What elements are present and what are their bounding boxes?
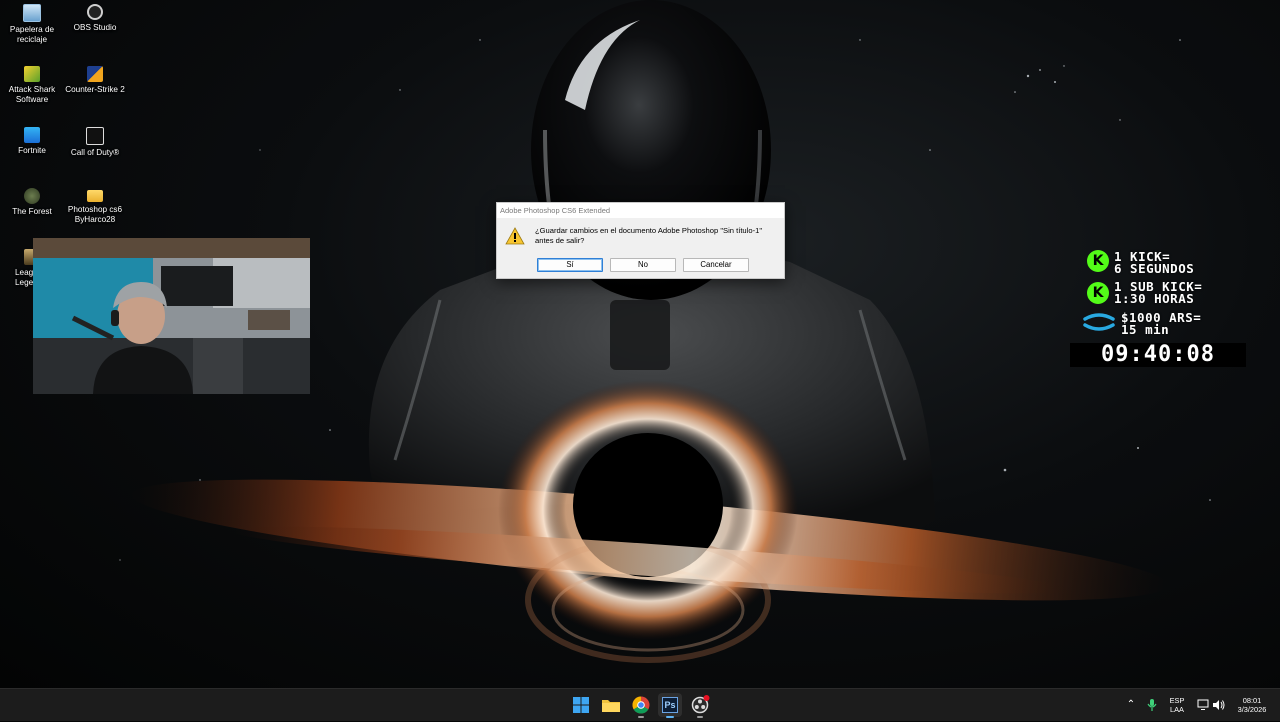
desktop-icon-fortnite[interactable]: Fortnite xyxy=(1,127,63,156)
desktop-icon-label: Photoshop cs6 ByHarco28 xyxy=(67,205,123,224)
chrome-icon xyxy=(632,696,650,714)
desktop-icon-attack-shark[interactable]: Attack Shark Software xyxy=(1,66,63,105)
active-indicator xyxy=(666,716,674,718)
recycle-bin-icon xyxy=(23,4,41,22)
start-icon xyxy=(573,697,589,713)
no-button[interactable]: No xyxy=(610,258,676,272)
photoshop-button[interactable]: Ps xyxy=(658,693,682,718)
chrome-button[interactable] xyxy=(629,693,653,718)
network-icon[interactable] xyxy=(1197,699,1209,711)
clock-time: 08:01 xyxy=(1242,696,1262,705)
desktop-icon-label: Papelera de reciclaje xyxy=(9,25,55,44)
desktop-icon-photoshop-folder[interactable]: Photoshop cs6 ByHarco28 xyxy=(64,188,126,225)
folder-icon xyxy=(87,190,103,202)
clock[interactable]: 08:01 3/3/2026 xyxy=(1232,689,1272,721)
dialog-title: Adobe Photoshop CS6 Extended xyxy=(497,203,784,218)
kick-rate-line2: 6 SEGUNDOS xyxy=(1114,261,1195,276)
sub-rate-line2: 1:30 HORAS xyxy=(1114,291,1195,306)
cancel-button[interactable]: Cancelar xyxy=(683,258,749,272)
counter-strike-icon xyxy=(87,66,103,82)
clock-date: 3/3/2026 xyxy=(1237,705,1267,714)
microphone-icon[interactable] xyxy=(1146,698,1158,712)
webcam-feed-image xyxy=(33,238,310,394)
running-indicator xyxy=(697,716,703,718)
running-indicator xyxy=(638,716,644,718)
subathon-timer: 09:40:08 xyxy=(1070,343,1246,367)
kick-icon: K xyxy=(1087,282,1109,304)
desktop-icon-the-forest[interactable]: The Forest xyxy=(1,188,63,217)
desktop-icon-label: The Forest xyxy=(12,207,52,216)
obs-icon xyxy=(87,4,103,20)
photoshop-icon: Ps xyxy=(662,697,678,713)
save-changes-dialog: Adobe Photoshop CS6 Extended ¿Guardar ca… xyxy=(496,202,785,279)
desktop-icon-label: Counter-Strike 2 xyxy=(65,85,125,94)
start-button[interactable] xyxy=(569,693,593,717)
webcam-overlay xyxy=(33,238,310,394)
show-hidden-icons-chevron-icon[interactable]: ⌃ xyxy=(1124,689,1138,721)
desktop-icon-recycle-bin[interactable]: Papelera de reciclaje xyxy=(1,4,63,45)
yes-button[interactable]: Sí xyxy=(537,258,603,272)
taskbar: Ps ⌃ ESP LAA 08:01 3/3/2026 xyxy=(0,688,1280,721)
fortnite-icon xyxy=(24,127,40,143)
obs-icon xyxy=(691,695,710,714)
donation-rate-line2: 15 min xyxy=(1121,322,1170,337)
language-code: ESP xyxy=(1169,696,1185,705)
desktop-icon-label: OBS Studio xyxy=(73,23,117,32)
volume-icon[interactable] xyxy=(1212,698,1226,712)
language-indicator[interactable]: ESP LAA xyxy=(1164,689,1190,721)
file-explorer-icon xyxy=(602,700,620,712)
desktop-icon-label: Attack Shark Software xyxy=(8,85,56,104)
desktop-icon-label: Fortnite xyxy=(18,146,46,155)
file-explorer-button[interactable] xyxy=(599,693,623,717)
warning-icon xyxy=(505,227,525,245)
dialog-message: ¿Guardar cambios en el documento Adobe P… xyxy=(535,226,763,245)
attack-shark-icon xyxy=(24,66,40,82)
call-of-duty-icon xyxy=(86,127,104,145)
keyboard-layout: LAA xyxy=(1170,705,1184,714)
desktop-icon-counter-strike[interactable]: Counter-Strike 2 xyxy=(64,66,126,95)
kick-icon: K xyxy=(1087,250,1109,272)
cafecito-icon xyxy=(1083,313,1115,331)
obs-button[interactable] xyxy=(688,693,712,718)
desktop-icon-obs[interactable]: OBS Studio xyxy=(64,4,126,33)
desktop-icon-label: Call of Duty® xyxy=(70,148,120,157)
desktop-icon-call-of-duty[interactable]: Call of Duty® xyxy=(64,127,126,158)
the-forest-icon xyxy=(24,188,40,204)
